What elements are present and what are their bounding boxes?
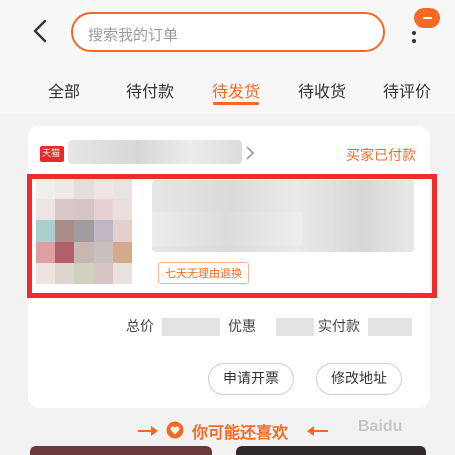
top-bar: 搜索我的订单 xyxy=(0,0,455,62)
heart-icon xyxy=(166,421,184,439)
change-address-button[interactable]: 修改地址 xyxy=(316,363,402,395)
tab-pending-payment[interactable]: 待付款 xyxy=(126,78,174,102)
paid-amount-blurred xyxy=(368,318,412,336)
message-badge xyxy=(414,8,440,28)
search-placeholder: 搜索我的订单 xyxy=(88,26,179,44)
apply-invoice-button[interactable]: 申请开票 xyxy=(208,363,294,395)
more-dot-icon xyxy=(412,39,416,43)
total-price-label: 总价 xyxy=(126,319,154,335)
divider xyxy=(138,430,152,432)
recommend-item[interactable] xyxy=(30,446,212,455)
recommend-title: 你可能还喜欢 xyxy=(192,423,289,442)
order-status: 买家已付款 xyxy=(346,148,416,164)
more-dot-icon xyxy=(412,31,416,35)
more-menu-button[interactable] xyxy=(406,8,440,48)
discount-blurred xyxy=(276,318,314,336)
tab-all[interactable]: 全部 xyxy=(48,78,80,102)
paid-label: 实付款 xyxy=(318,319,360,335)
active-tab-indicator xyxy=(213,102,259,105)
total-price-blurred xyxy=(162,318,220,336)
arrow-left-icon xyxy=(307,426,314,436)
baidu-watermark: Baidu xyxy=(358,418,403,435)
order-tabs: 全部 待付款 待发货 待收货 待评价 xyxy=(0,62,455,114)
tab-pending-review[interactable]: 待评价 xyxy=(383,78,431,102)
discount-label: 优惠 xyxy=(228,319,256,335)
search-input[interactable]: 搜索我的订单 xyxy=(71,12,385,52)
arrow-right-icon xyxy=(151,426,158,436)
price-summary: 总价 优惠 实付款 xyxy=(0,316,455,338)
back-arrow-icon[interactable] xyxy=(28,18,54,44)
highlight-box xyxy=(27,174,437,298)
tab-pending-shipment[interactable]: 待发货 xyxy=(212,78,260,102)
tmall-logo: 天猫 xyxy=(40,146,64,162)
divider xyxy=(314,430,328,432)
chevron-right-icon[interactable] xyxy=(244,146,256,160)
tab-pending-receipt[interactable]: 待收货 xyxy=(298,78,346,102)
shop-name-blurred[interactable] xyxy=(68,140,242,164)
